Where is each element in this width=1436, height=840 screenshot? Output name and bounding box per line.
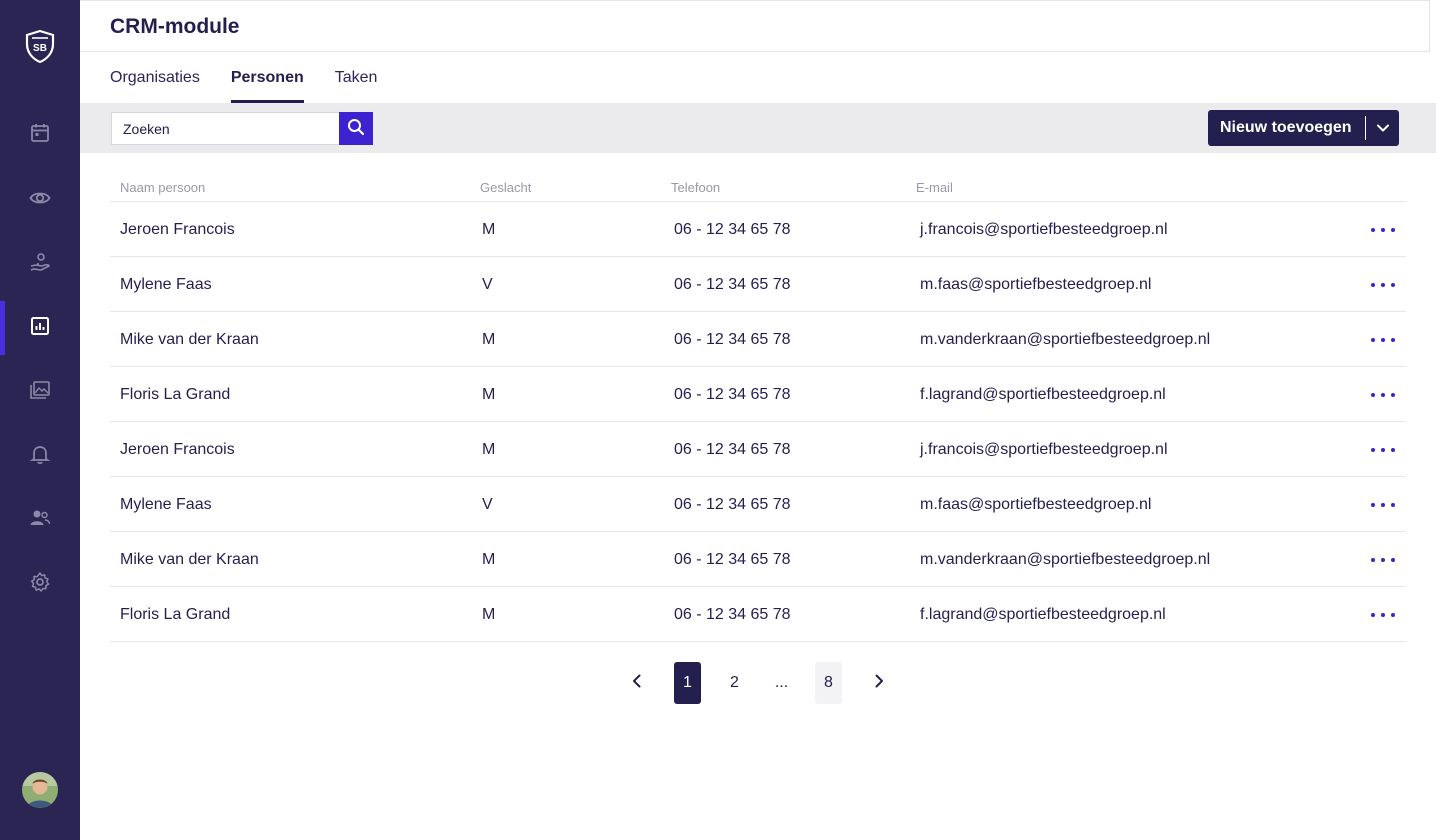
add-new-button[interactable]: Nieuw toevoegen (1208, 110, 1399, 146)
add-new-label: Nieuw toevoegen (1220, 119, 1352, 136)
column-header-name[interactable]: Naam persoon (120, 180, 205, 195)
person-phone: 06 - 12 34 65 78 (674, 276, 791, 293)
more-options-icon[interactable] (1371, 552, 1395, 568)
person-gender: M (482, 331, 496, 348)
person-gender: M (482, 551, 496, 568)
more-options-icon[interactable] (1371, 607, 1395, 623)
user-avatar[interactable] (22, 772, 58, 808)
table-row[interactable]: Mylene Faas V 06 - 12 34 65 78 m.faas@sport… (110, 257, 1406, 312)
sidebar: SB (0, 0, 80, 840)
person-phone: 06 - 12 34 65 78 (674, 496, 791, 513)
more-options-icon[interactable] (1371, 442, 1395, 458)
page-title: CRM-module (110, 15, 240, 38)
search-icon (347, 118, 365, 139)
person-gender: M (482, 386, 496, 403)
users-icon (29, 507, 51, 534)
person-gender: V (482, 276, 493, 293)
page-button-2[interactable]: 2 (721, 662, 748, 704)
person-phone: 06 - 12 34 65 78 (674, 221, 791, 238)
more-options-icon[interactable] (1371, 387, 1395, 403)
sidebar-item-reports[interactable] (0, 301, 80, 355)
person-name: Floris La Grand (120, 606, 231, 623)
chevron-right-icon (871, 673, 887, 694)
person-name: Jeroen Francois (120, 221, 235, 238)
table-row[interactable]: Mike van der Kraan M 06 - 12 34 65 78 m.van… (110, 312, 1406, 367)
search-button[interactable] (339, 112, 373, 145)
table-row[interactable]: Floris La Grand M 06 - 12 34 65 78 f.lagran… (110, 367, 1406, 422)
person-email[interactable]: m.faas@sportiefbesteedgroep.nl (920, 276, 1151, 294)
sidebar-item-users[interactable] (0, 493, 80, 547)
sidebar-item-settings[interactable] (0, 557, 80, 611)
chevron-down-icon[interactable] (1366, 121, 1399, 135)
person-phone: 06 - 12 34 65 78 (674, 331, 791, 348)
person-email[interactable]: f.lagrand@sportiefbesteedgroep.nl (920, 386, 1166, 404)
previous-page-button[interactable] (622, 662, 652, 704)
person-name: Mylene Faas (120, 496, 212, 513)
person-name: Mylene Faas (120, 276, 212, 293)
person-gender: M (482, 606, 496, 623)
tab-bar: Organisaties Personen Taken (110, 52, 408, 103)
person-email[interactable]: j.francois@sportiefbesteedgroep.nl (920, 441, 1168, 459)
column-header-gender[interactable]: Geslacht (480, 180, 531, 195)
person-name: Mike van der Kraan (120, 551, 259, 568)
person-email[interactable]: f.lagrand@sportiefbesteedgroep.nl (920, 606, 1166, 624)
bell-icon (29, 443, 51, 470)
sidebar-item-finance[interactable] (0, 238, 80, 292)
next-page-button[interactable] (864, 662, 894, 704)
gear-icon (29, 571, 51, 598)
table-body: Jeroen Francois M 06 - 12 34 65 78 j.franco… (110, 202, 1406, 642)
person-phone: 06 - 12 34 65 78 (674, 551, 791, 568)
chevron-left-icon (629, 673, 645, 694)
sb-shield-logo-icon[interactable]: SB (24, 29, 56, 64)
table-row[interactable]: Mike van der Kraan M 06 - 12 34 65 78 m.van… (110, 532, 1406, 587)
person-phone: 06 - 12 34 65 78 (674, 441, 791, 458)
sidebar-item-calendar[interactable] (0, 108, 80, 162)
person-email[interactable]: m.vanderkraan@sportiefbesteedgroep.nl (920, 331, 1210, 349)
person-email[interactable]: j.francois@sportiefbesteedgroep.nl (920, 221, 1168, 239)
table-row[interactable]: Jeroen Francois M 06 - 12 34 65 78 j.franco… (110, 422, 1406, 477)
page-header: CRM-module (80, 0, 1430, 52)
tab-organisaties[interactable]: Organisaties (110, 52, 200, 103)
calendar-icon (29, 122, 51, 149)
person-phone: 06 - 12 34 65 78 (674, 606, 791, 623)
report-chart-icon (29, 315, 51, 342)
more-options-icon[interactable] (1371, 277, 1395, 293)
page-button-8[interactable]: 8 (815, 662, 842, 704)
person-name: Mike van der Kraan (120, 331, 259, 348)
search-input[interactable] (111, 112, 340, 145)
page-button-1[interactable]: 1 (674, 662, 701, 704)
person-phone: 06 - 12 34 65 78 (674, 386, 791, 403)
sidebar-item-views[interactable] (0, 173, 80, 227)
tab-taken[interactable]: Taken (335, 52, 378, 103)
person-email[interactable]: m.faas@sportiefbesteedgroep.nl (920, 496, 1151, 514)
column-header-phone[interactable]: Telefoon (671, 180, 720, 195)
more-options-icon[interactable] (1371, 332, 1395, 348)
person-name: Jeroen Francois (120, 441, 235, 458)
gallery-icon (29, 379, 51, 406)
svg-text:SB: SB (33, 43, 47, 54)
table-row[interactable]: Mylene Faas V 06 - 12 34 65 78 m.faas@sport… (110, 477, 1406, 532)
person-gender: V (482, 496, 493, 513)
sidebar-item-media[interactable] (0, 365, 80, 419)
sidebar-item-notifications[interactable] (0, 429, 80, 483)
table-header: Naam persoon Geslacht Telefoon E-mail (110, 175, 1406, 202)
more-options-icon[interactable] (1371, 222, 1395, 238)
person-name: Floris La Grand (120, 386, 231, 403)
toolbar: Nieuw toevoegen (80, 103, 1436, 153)
tab-personen[interactable]: Personen (230, 52, 304, 103)
pagination: 1 2 ... 8 (622, 662, 892, 704)
person-email[interactable]: m.vanderkraan@sportiefbesteedgroep.nl (920, 551, 1210, 569)
person-gender: M (482, 441, 496, 458)
page-ellipsis: ... (774, 674, 789, 691)
table-row[interactable]: Jeroen Francois M 06 - 12 34 65 78 j.franco… (110, 202, 1406, 257)
eye-icon (29, 187, 51, 214)
table-row[interactable]: Floris La Grand M 06 - 12 34 65 78 f.lagran… (110, 587, 1406, 642)
person-gender: M (482, 221, 496, 238)
hand-coin-icon (29, 252, 51, 279)
persons-table: Naam persoon Geslacht Telefoon E-mail Je… (110, 175, 1406, 642)
column-header-email[interactable]: E-mail (916, 180, 953, 195)
more-options-icon[interactable] (1371, 497, 1395, 513)
